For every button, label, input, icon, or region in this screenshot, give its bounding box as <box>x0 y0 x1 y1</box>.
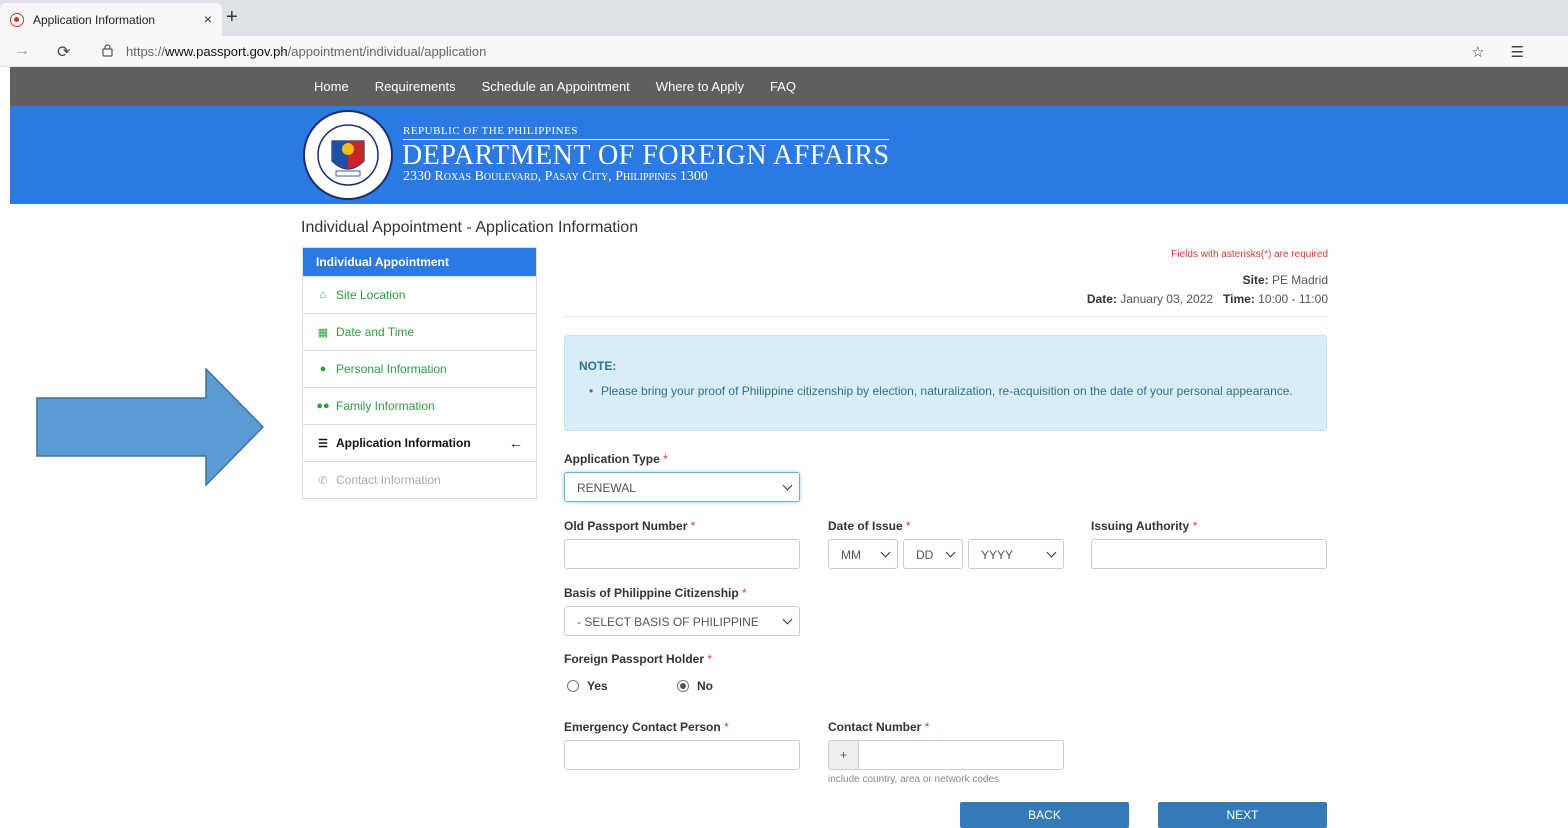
republic-heading: REPUBLIC OF THE PHILIPPINES <box>403 125 578 137</box>
contact-number-hint: include country, area or network codes <box>828 774 1000 785</box>
citizenship-note: NOTE: Please bring your proof of Philipp… <box>564 335 1327 431</box>
sidebar-item-label: Application Information <box>336 436 471 450</box>
phone-icon: ✆ <box>318 474 328 487</box>
list-icon: ☰ <box>318 437 328 450</box>
radio-circle-selected <box>677 680 689 692</box>
contact-prefix: + <box>828 740 859 770</box>
radio-circle <box>567 680 579 692</box>
contact-number-label: Contact Number * <box>828 720 930 734</box>
sidebar-item-site-location[interactable]: ⌂ Site Location <box>303 276 536 313</box>
users-icon: ●● <box>316 400 330 412</box>
back-button[interactable]: BACK <box>960 802 1129 828</box>
sidebar-item-label: Personal Information <box>336 362 447 376</box>
calendar-icon: ▦ <box>317 326 329 339</box>
department-title: DEPARTMENT OF FOREIGN AFFAIRS <box>402 140 890 171</box>
citizenship-basis-label: Basis of Philippine Citizenship * <box>564 586 747 600</box>
back-arrow-icon[interactable]: → <box>14 42 30 60</box>
dfa-banner: REPUBLIC OF THE PHILIPPINES DEPARTMENT O… <box>10 106 1568 204</box>
home-icon: ⌂ <box>319 289 327 301</box>
sidebar-item-personal-information[interactable]: ● Personal Information <box>303 350 536 387</box>
required-fields-note: Fields with asterisks(*) are required <box>1171 249 1328 260</box>
foreign-passport-label: Foreign Passport Holder * <box>564 652 713 666</box>
dfa-favicon-icon <box>10 12 24 27</box>
next-button[interactable]: NEXT <box>1158 802 1327 828</box>
sidebar-item-label: Family Information <box>336 399 435 413</box>
chevron-down-icon <box>782 480 793 491</box>
note-text: Please bring your proof of Philippine ci… <box>589 383 1301 400</box>
sidebar-item-application-information[interactable]: ☰ Application Information ← <box>303 424 536 461</box>
foreign-passport-yes-radio[interactable]: Yes <box>567 679 608 693</box>
sidebar-header: Individual Appointment <box>303 248 536 276</box>
site-nav: Home Requirements Schedule an Appointmen… <box>10 67 1568 106</box>
old-passport-label: Old Passport Number * <box>564 519 696 533</box>
chevron-down-icon <box>880 547 891 558</box>
foreign-passport-no-radio[interactable]: No <box>677 679 713 693</box>
sidebar-item-label: Contact Information <box>336 473 441 487</box>
note-title: NOTE: <box>579 359 617 373</box>
department-address: 2330 Roxas Boulevard, Pasay City, Philip… <box>403 169 708 184</box>
nav-home[interactable]: Home <box>314 79 349 94</box>
sidebar-item-family-information[interactable]: ●● Family Information <box>303 387 536 424</box>
dfa-seal-icon[interactable] <box>302 109 394 201</box>
old-passport-input[interactable] <box>564 539 800 569</box>
divider <box>564 316 1327 317</box>
page-title: Individual Appointment - Application Inf… <box>301 219 639 236</box>
sidebar-item-label: Site Location <box>336 288 406 302</box>
browser-tab-bar: Application Information × + <box>0 0 1568 36</box>
current-step-arrow-icon: ← <box>509 435 523 451</box>
url-field[interactable]: https://www.passport.gov.ph/appointment/… <box>126 44 486 59</box>
lock-icon[interactable] <box>102 44 113 57</box>
application-type-label: Application Type * <box>564 452 668 466</box>
issue-month-select[interactable]: MM <box>828 539 898 569</box>
issue-day-select[interactable]: DD <box>903 539 963 569</box>
nav-faq[interactable]: FAQ <box>770 79 796 94</box>
user-icon: ● <box>319 363 327 375</box>
emergency-contact-label: Emergency Contact Person * <box>564 720 729 734</box>
new-tab-button[interactable]: + <box>226 6 238 29</box>
nav-where-to-apply[interactable]: Where to Apply <box>656 79 744 94</box>
chevron-down-icon <box>945 547 956 558</box>
issue-year-select[interactable]: YYYY <box>968 539 1064 569</box>
tab-title: Application Information <box>33 12 156 27</box>
date-time-info: Date: January 03, 2022 Time: 10:00 - 11:… <box>1086 292 1328 306</box>
contact-number-input[interactable] <box>858 740 1064 770</box>
add-favorite-icon[interactable]: ☆ <box>1471 44 1510 61</box>
application-type-select[interactable]: RENEWAL <box>564 472 800 502</box>
favorites-icon[interactable]: ☰ <box>1511 44 1550 61</box>
nav-schedule-appointment[interactable]: Schedule an Appointment <box>482 79 630 94</box>
pointer-arrow-icon <box>36 368 264 486</box>
reload-icon[interactable]: ⟳ <box>57 42 70 62</box>
issuing-authority-input[interactable] <box>1091 539 1327 569</box>
sidebar-item-date-time[interactable]: ▦ Date and Time <box>303 313 536 350</box>
chevron-down-icon <box>782 614 793 625</box>
date-of-issue-label: Date of Issue * <box>828 519 911 533</box>
chevron-down-icon <box>1046 547 1057 558</box>
emergency-contact-input[interactable] <box>564 740 800 770</box>
nav-requirements[interactable]: Requirements <box>375 79 456 94</box>
address-bar: → ⟳ https://www.passport.gov.ph/appointm… <box>0 36 1568 67</box>
sidebar-item-label: Date and Time <box>336 325 415 339</box>
sidebar-steps: Individual Appointment ⌂ Site Location ▦… <box>302 247 537 499</box>
sidebar-item-contact-information: ✆ Contact Information <box>303 461 536 498</box>
citizenship-basis-select[interactable]: - SELECT BASIS OF PHILIPPINE <box>564 606 800 636</box>
issuing-authority-label: Issuing Authority * <box>1091 519 1198 533</box>
site-info: Site: PE Madrid <box>1242 273 1328 287</box>
close-tab-icon[interactable]: × <box>204 11 212 27</box>
browser-tab[interactable]: Application Information × <box>0 3 222 36</box>
